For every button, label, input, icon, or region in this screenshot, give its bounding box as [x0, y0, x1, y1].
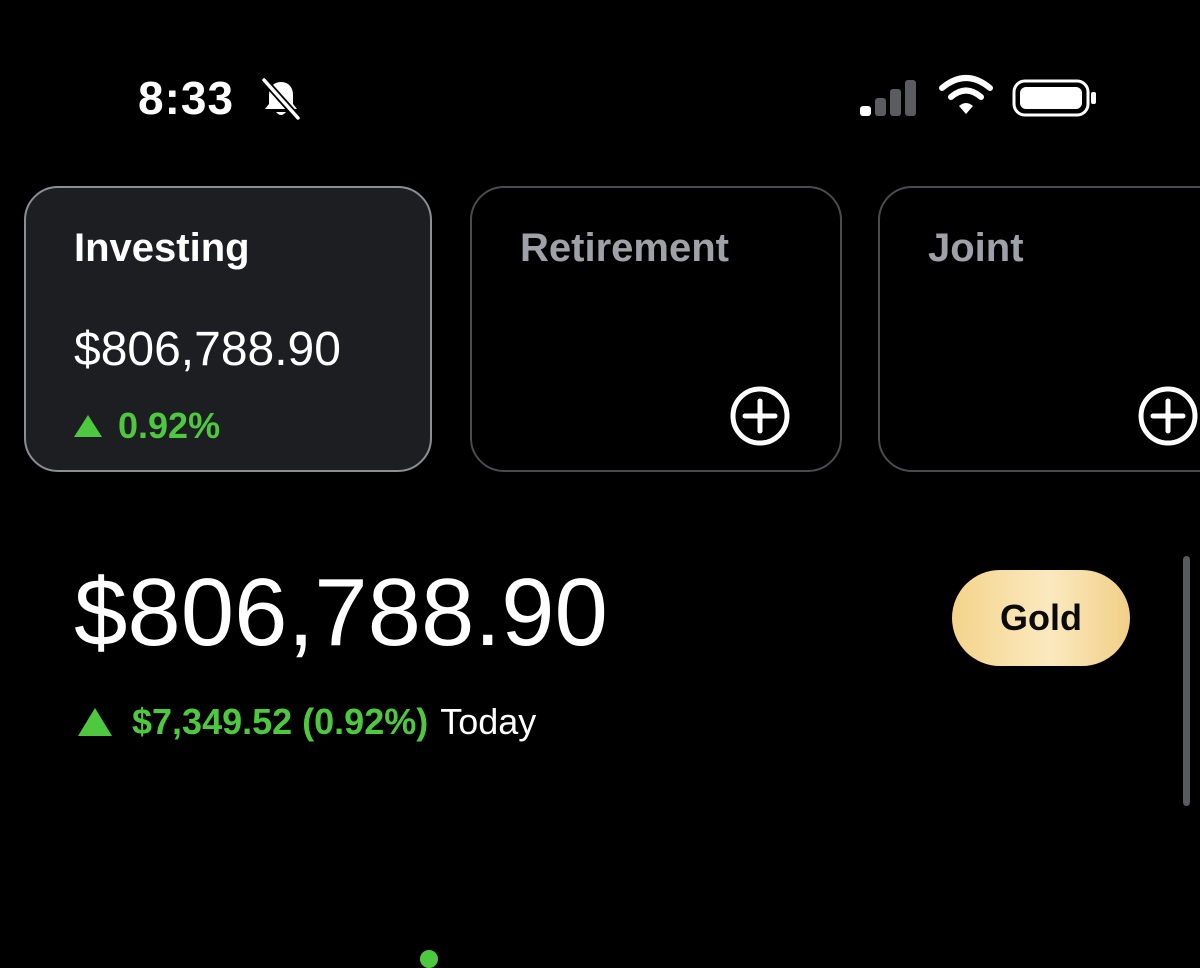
scrollbar-thumb[interactable]	[1183, 556, 1190, 806]
card-title: Investing	[74, 226, 250, 270]
today-change: $7,349.52 (0.92%) Today	[78, 698, 536, 746]
wifi-icon	[939, 75, 993, 114]
portfolio-balance: $806,788.90	[74, 559, 608, 666]
battery-icon	[1012, 79, 1096, 117]
status-bar: 8:33	[0, 0, 1200, 160]
card-change: 0.92%	[74, 406, 220, 446]
today-change-amount: $7,349.52 (0.92%)	[132, 701, 429, 742]
today-label: Today	[440, 701, 537, 742]
account-card-joint[interactable]: Joint	[878, 186, 1200, 472]
status-time: 8:33	[138, 72, 235, 124]
card-title: Retirement	[520, 226, 729, 270]
gold-button[interactable]: Gold	[952, 570, 1130, 666]
bell-slash-icon	[261, 77, 301, 121]
card-change-percent: 0.92%	[118, 405, 221, 446]
up-arrow-icon	[78, 708, 112, 736]
chart-dot	[420, 950, 438, 968]
account-card-investing[interactable]: Investing $806,788.90 0.92%	[24, 186, 432, 472]
up-arrow-icon	[74, 415, 102, 437]
account-card-retirement[interactable]: Retirement	[470, 186, 842, 472]
plus-circle-icon[interactable]	[1136, 384, 1200, 448]
plus-circle-icon[interactable]	[728, 384, 792, 448]
card-title: Joint	[928, 226, 1024, 270]
card-value: $806,788.90	[74, 323, 341, 376]
signal-icon	[860, 80, 916, 116]
